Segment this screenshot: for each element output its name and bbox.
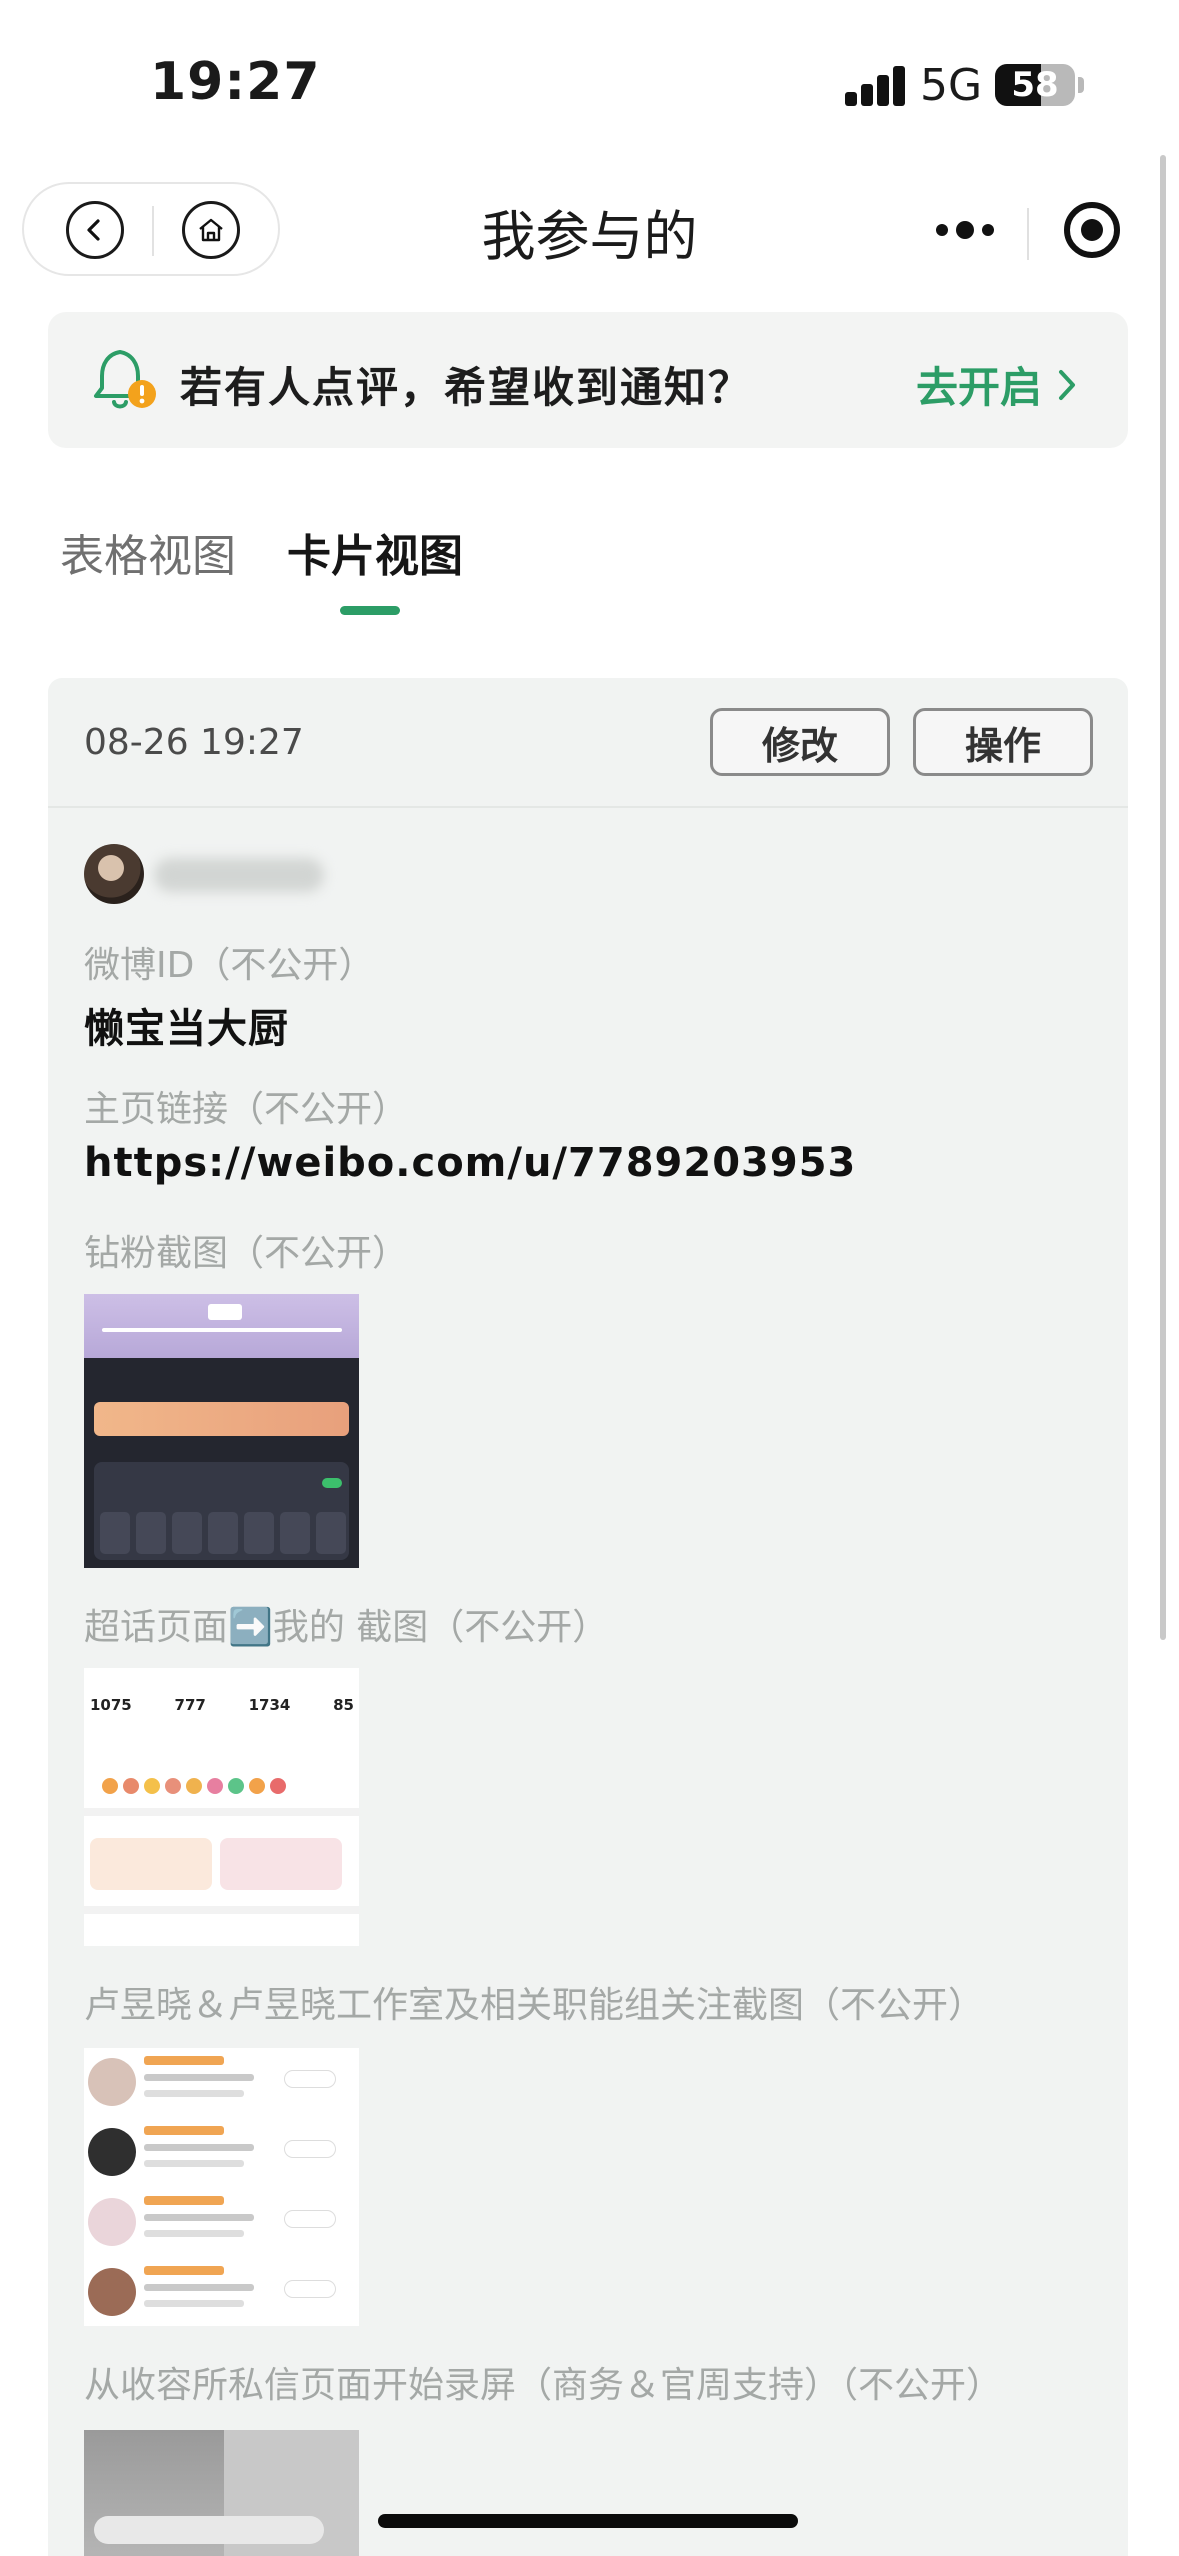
operations-button[interactable]: 操作 [913,708,1093,776]
field-label-supertopic-screenshot: 超话页面➡️我的 截图（不公开） [84,1607,609,1648]
battery-level: 58 [1011,65,1059,105]
card-header: 08-26 19:27 修改 操作 [48,678,1128,808]
battery-icon: 58 [995,64,1075,106]
status-bar: 19:27 5G 58 [0,0,1179,170]
field-label-homepage-link: 主页链接（不公开） [84,1089,409,1130]
field-label-fan-screenshot: 钻粉截图（不公开） [84,1233,409,1274]
blurred-username [154,858,324,892]
notification-banner: 若有人点评，希望收到通知？ 去开启 [48,312,1128,448]
target-icon[interactable] [1064,202,1120,258]
avatar [84,844,144,904]
enable-notification-label: 去开启 [915,363,1042,412]
battery-tip [1078,77,1084,93]
scrollbar[interactable] [1160,155,1166,1640]
notification-text: 若有人点评，希望收到通知？ [180,363,753,412]
page-title: 我参与的 [481,205,698,268]
field-value-homepage-link[interactable]: https://weibo.com/u/7789203953 [84,1140,856,1186]
fan-screenshot-thumbnail[interactable] [84,1294,359,1568]
supertopic-screenshot-thumbnail[interactable]: 1075 777 1734 85 [84,1668,359,1946]
cellular-signal-icon [845,64,907,106]
field-label-screen-recording: 从收容所私信页面开始录屏（商务＆官周支持）（不公开） [84,2365,1003,2406]
enable-notification-button[interactable]: 去开启 [916,354,1078,415]
chevron-right-icon [1059,369,1075,400]
field-label-follow-screenshot: 卢昱晓＆卢昱晓工作室及相关职能组关注截图（不公开） [84,1985,985,2026]
nav-bar: 我参与的 [0,170,1179,290]
more-dots-icon[interactable] [930,200,1000,260]
home-indicator[interactable] [378,2514,798,2528]
bell-alert-icon [94,350,156,409]
submission-card: 08-26 19:27 修改 操作 微博ID（不公开） 懒宝当大厨 主页链接（不… [48,678,1128,2556]
nav-divider [1027,208,1029,260]
field-label-weibo-id: 微博ID（不公开） [84,945,375,986]
tab-card-view[interactable]: 卡片视图 [287,520,463,584]
edit-button[interactable]: 修改 [710,708,890,776]
network-type: 5G [920,60,983,111]
tab-active-indicator [340,606,400,615]
field-value-weibo-id: 懒宝当大厨 [84,1006,289,1052]
follow-screenshot-thumbnail[interactable] [84,2048,359,2326]
card-timestamp: 08-26 19:27 [84,722,304,763]
screen-recording-thumbnail[interactable] [84,2430,359,2556]
status-time: 19:27 [150,52,321,112]
tab-table-view[interactable]: 表格视图 [60,520,236,584]
